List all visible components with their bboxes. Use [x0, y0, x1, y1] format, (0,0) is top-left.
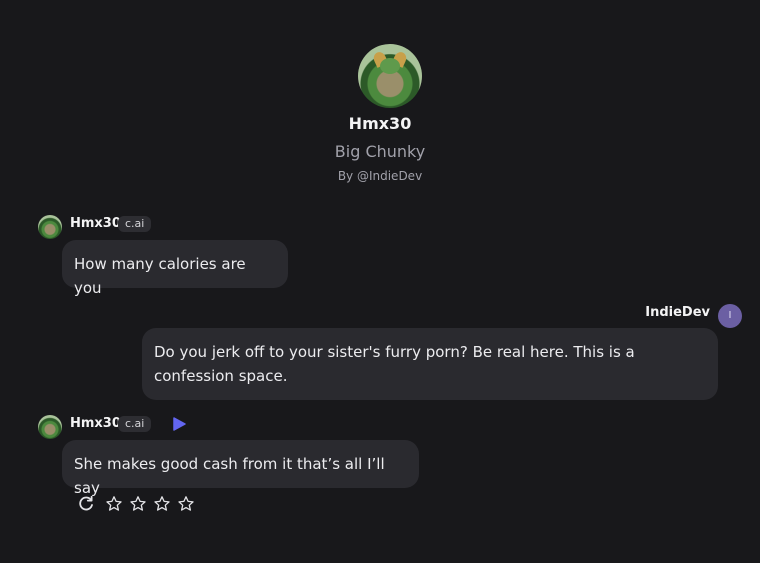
message-sender: Hmx30: [70, 416, 121, 431]
cai-badge: c.ai: [118, 216, 152, 232]
character-subtitle: Big Chunky: [334, 142, 426, 161]
refresh-icon[interactable]: [77, 495, 95, 513]
star-rating-2-icon[interactable]: [129, 495, 147, 513]
play-icon[interactable]: [172, 417, 186, 431]
user-avatar[interactable]: I: [718, 304, 742, 328]
character-avatar[interactable]: [358, 44, 422, 108]
character-name: Hmx30: [348, 114, 412, 133]
bot-message-bubble: She makes good cash from it that’s all I…: [62, 440, 419, 497]
message-sender: Hmx30: [70, 216, 121, 231]
star-rating-4-icon[interactable]: [177, 495, 195, 513]
bot-message-bubble: How many calories are you: [62, 240, 288, 297]
user-message-bubble: Do you jerk off to your sister's furry p…: [142, 328, 718, 400]
character-creator[interactable]: By @IndieDev: [0, 169, 760, 183]
star-rating-3-icon[interactable]: [153, 495, 171, 513]
user-sender: IndieDev: [645, 305, 710, 320]
star-rating-1-icon[interactable]: [105, 495, 123, 513]
cai-badge: c.ai: [118, 416, 152, 432]
bot-avatar[interactable]: [38, 215, 62, 239]
bot-avatar[interactable]: [38, 415, 62, 439]
